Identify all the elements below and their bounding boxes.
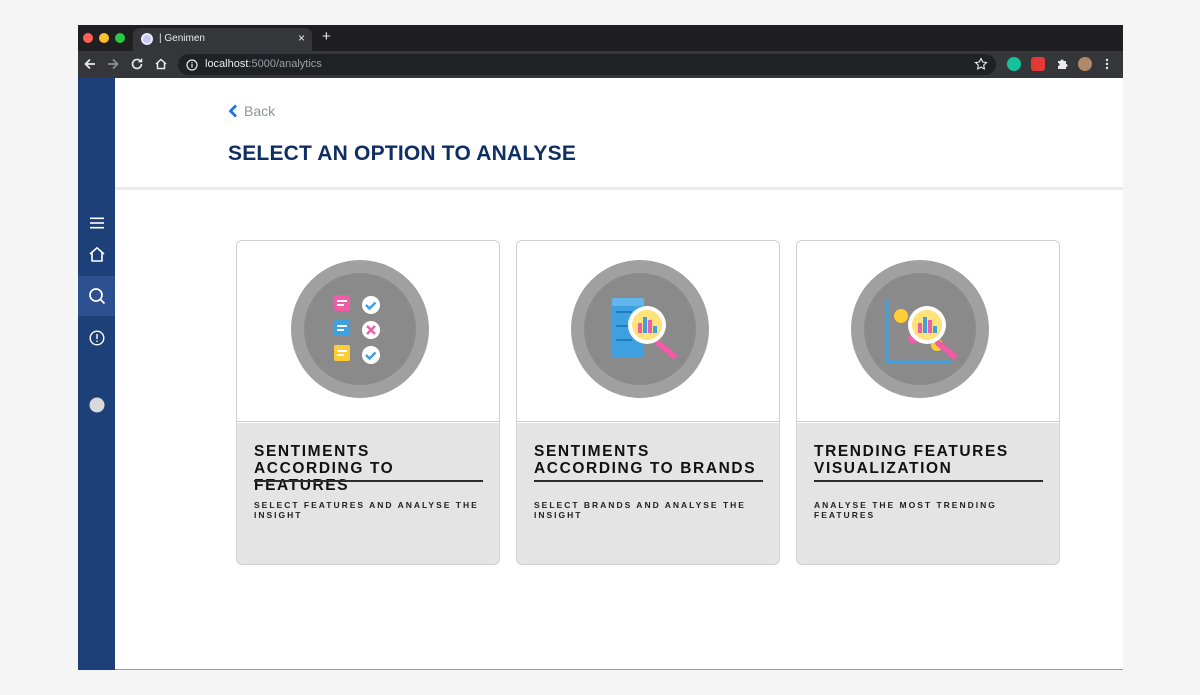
home-icon[interactable] [78,234,115,274]
card-image [517,241,779,422]
new-tab-button[interactable]: + [322,28,331,46]
checklist-icon [291,260,429,398]
chart-analysis-icon [851,260,989,398]
divider [254,480,483,482]
card-body: SENTIMENTS ACCORDING TO BRANDS SELECT BR… [517,423,779,564]
tab-title: | Genimen [159,33,205,44]
reload-icon[interactable] [129,56,145,72]
card-subtitle: ANALYSE THE MOST TRENDING FEATURES [814,500,997,520]
server-analysis-icon [571,260,709,398]
card-body: TRENDING FEATURES VISUALIZATION ANALYSE … [797,423,1059,564]
extensions-puzzle-icon[interactable] [1055,57,1069,71]
card-title: TRENDING FEATURES VISUALIZATION [814,443,1009,477]
info-icon[interactable] [78,318,115,358]
address-bar[interactable]: localhost:5000/analytics [178,54,996,75]
page-header: Back SELECT AN OPTION TO ANALYSE [115,78,1123,190]
tab-bar: | Genimen × + [78,25,1123,51]
grammarly-extension-icon[interactable] [1007,57,1021,71]
card-image [797,241,1059,422]
card-sentiments-brands[interactable]: SENTIMENTS ACCORDING TO BRANDS SELECT BR… [516,240,780,565]
divider [814,480,1043,482]
home-browser-icon[interactable] [153,56,169,72]
card-body: SENTIMENTS ACCORDING TO FEATURES SELECT … [237,423,499,564]
forward-arrow-icon[interactable] [105,56,121,72]
close-tab-icon[interactable]: × [298,31,305,45]
extension-red-icon[interactable] [1031,57,1045,71]
card-title: SENTIMENTS ACCORDING TO BRANDS [534,443,757,477]
site-info-icon[interactable] [186,58,198,71]
card-image [237,241,499,422]
minimize-window-button[interactable] [99,33,109,43]
browser-tab[interactable]: | Genimen × [133,28,312,51]
maximize-window-button[interactable] [115,33,125,43]
browser-window: | Genimen × + localhost:5000/analytics B… [78,25,1123,670]
page-title: SELECT AN OPTION TO ANALYSE [228,142,577,165]
favicon-icon [141,33,153,45]
browser-toolbar: localhost:5000/analytics [78,51,1123,78]
card-sentiments-features[interactable]: SENTIMENTS ACCORDING TO FEATURES SELECT … [236,240,500,565]
divider [534,480,763,482]
card-title: SENTIMENTS ACCORDING TO FEATURES [254,443,395,494]
browser-menu-icon[interactable] [1104,57,1110,71]
page-bottom-border [115,669,1123,670]
card-subtitle: SELECT BRANDS AND ANALYSE THE INSIGHT [534,500,746,520]
search-icon[interactable] [78,276,115,316]
card-subtitle: SELECT FEATURES AND ANALYSE THE INSIGHT [254,500,479,520]
url-text: localhost:5000/analytics [205,58,322,70]
back-arrow-icon[interactable] [82,56,98,72]
chevron-left-icon [229,104,237,118]
page-content: Back SELECT AN OPTION TO ANALYSE SENTIME… [78,78,1123,670]
back-link[interactable]: Back [228,103,275,119]
sidebar [78,78,115,670]
close-window-button[interactable] [83,33,93,43]
card-trending-features[interactable]: TRENDING FEATURES VISUALIZATION ANALYSE … [796,240,1060,565]
bookmark-star-icon[interactable] [974,57,988,71]
back-label: Back [244,103,276,119]
user-avatar-icon[interactable] [78,385,115,425]
profile-avatar-icon[interactable] [1078,57,1092,71]
